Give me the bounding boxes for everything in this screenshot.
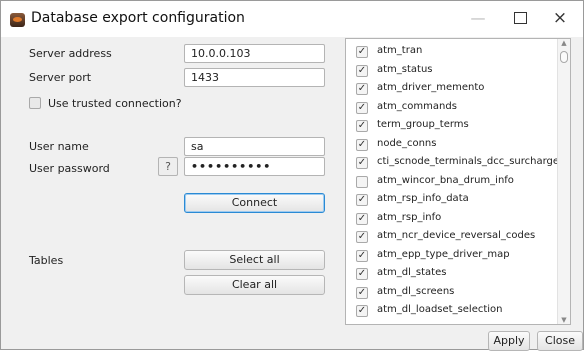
table-name-label: atm_dl_screens — [377, 285, 455, 297]
table-checkbox[interactable]: ✓ — [356, 83, 368, 95]
user-password-input[interactable]: •••••••••• — [184, 157, 325, 176]
table-name-label: node_conns — [377, 137, 437, 149]
table-list-item[interactable]: ✓ atm_commands — [346, 99, 557, 117]
server-address-label: Server address — [29, 47, 112, 60]
scroll-up-icon[interactable]: ▲ — [558, 39, 570, 47]
table-list-item[interactable]: ✓ atm_rsp_info_data — [346, 191, 557, 209]
table-checkbox[interactable]: ✓ — [356, 194, 368, 206]
trusted-connection-checkbox[interactable] — [29, 97, 41, 109]
table-checkbox[interactable]: ✓ — [356, 231, 368, 243]
table-name-label: cti_scnode_terminals_dcc_surcharge — [377, 156, 560, 167]
table-checkbox[interactable]: ✓ — [356, 286, 368, 299]
table-name-label: atm_epp_type_driver_map — [377, 248, 510, 260]
table-name-label: atm_tran — [377, 45, 423, 56]
close-button[interactable]: Close — [537, 331, 583, 351]
table-name-label: atm_driver_memento — [377, 82, 485, 93]
table-list-item[interactable]: ✓ atm_tran — [346, 43, 557, 61]
table-checkbox[interactable]: ✓ — [356, 101, 368, 114]
table-name-label: atm_status — [377, 63, 433, 75]
table-checkbox[interactable]: ✓ — [356, 64, 368, 77]
scroll-down-icon[interactable]: ▼ — [558, 316, 570, 324]
database-app-icon — [10, 13, 25, 27]
table-checkbox[interactable]: ✓ — [356, 138, 368, 151]
connect-button[interactable]: Connect — [184, 193, 325, 213]
table-name-label: atm_wincor_bna_drum_info — [377, 174, 514, 186]
user-password-label: User password — [29, 162, 110, 175]
table-list-item[interactable]: ✓ atm_rsp_info — [346, 210, 557, 228]
minimize-button[interactable]: — — [461, 6, 495, 30]
table-name-label: atm_rsp_info_data — [377, 193, 469, 204]
table-checkbox[interactable]: ✓ — [356, 268, 368, 280]
table-list-item[interactable]: ✓ term_group_terms — [346, 117, 557, 135]
tables-list[interactable]: ✓ atm_tran ✓ atm_status ✓ atm_driver_memento ✓… — [345, 38, 571, 325]
table-list-item[interactable]: ✓ atm_dl_loadset_selection — [346, 302, 557, 320]
maximize-icon — [513, 12, 527, 24]
maximize-button[interactable] — [503, 6, 537, 30]
apply-button[interactable]: Apply — [488, 331, 530, 351]
table-list-item[interactable]: atm_wincor_bna_drum_info — [346, 173, 557, 191]
password-help-button[interactable]: ? — [158, 157, 178, 176]
table-name-label: atm_commands — [377, 100, 457, 112]
trusted-connection-label: Use trusted connection? — [48, 97, 182, 110]
table-checkbox[interactable]: ✓ — [356, 120, 368, 132]
tables-list-scrollbar[interactable]: ▲ ▼ — [557, 39, 570, 324]
user-name-input[interactable]: sa — [184, 137, 325, 156]
table-list-item[interactable]: ✓ atm_dl_states — [346, 265, 557, 283]
table-name-label: atm_dl_states — [377, 267, 447, 278]
table-name-label: atm_rsp_info — [377, 211, 442, 223]
table-checkbox[interactable]: ✓ — [356, 157, 368, 169]
table-list-item[interactable]: ✓ atm_status — [346, 62, 557, 80]
select-all-button[interactable]: Select all — [184, 250, 325, 270]
table-list-item[interactable]: ✓ atm_epp_type_driver_map — [346, 247, 557, 265]
table-checkbox[interactable]: ✓ — [356, 46, 368, 58]
clear-all-button[interactable]: Clear all — [184, 275, 325, 295]
table-list-item[interactable]: ✓ atm_ncr_device_reversal_codes — [346, 228, 557, 246]
server-address-input[interactable]: 10.0.0.103 — [184, 44, 325, 63]
export-config-window: Database export configuration — × Server… — [0, 0, 584, 351]
tables-label: Tables — [29, 254, 64, 267]
scrollbar-thumb[interactable] — [560, 51, 568, 63]
window-title: Database export configuration — [31, 10, 245, 26]
table-checkbox[interactable] — [356, 175, 368, 188]
user-name-label: User name — [29, 140, 89, 153]
server-port-label: Server port — [29, 71, 92, 84]
title-bar: Database export configuration — × — [1, 1, 583, 37]
table-list-item[interactable]: ✓ cti_scnode_terminals_dcc_surcharge — [346, 154, 560, 172]
table-checkbox[interactable]: ✓ — [356, 212, 368, 225]
close-window-button[interactable]: × — [543, 6, 577, 30]
table-name-label: atm_ncr_device_reversal_codes — [377, 230, 536, 241]
table-list-item[interactable]: ✓ node_conns — [346, 136, 557, 154]
table-name-label: atm_dl_loadset_selection — [377, 304, 503, 315]
table-checkbox[interactable]: ✓ — [356, 305, 368, 317]
table-checkbox[interactable]: ✓ — [356, 249, 368, 262]
table-list-item[interactable]: ✓ atm_dl_screens — [346, 284, 557, 302]
server-port-input[interactable]: 1433 — [184, 68, 325, 87]
table-list-item[interactable]: ✓ atm_driver_memento — [346, 80, 557, 98]
table-name-label: term_group_terms — [377, 119, 469, 130]
